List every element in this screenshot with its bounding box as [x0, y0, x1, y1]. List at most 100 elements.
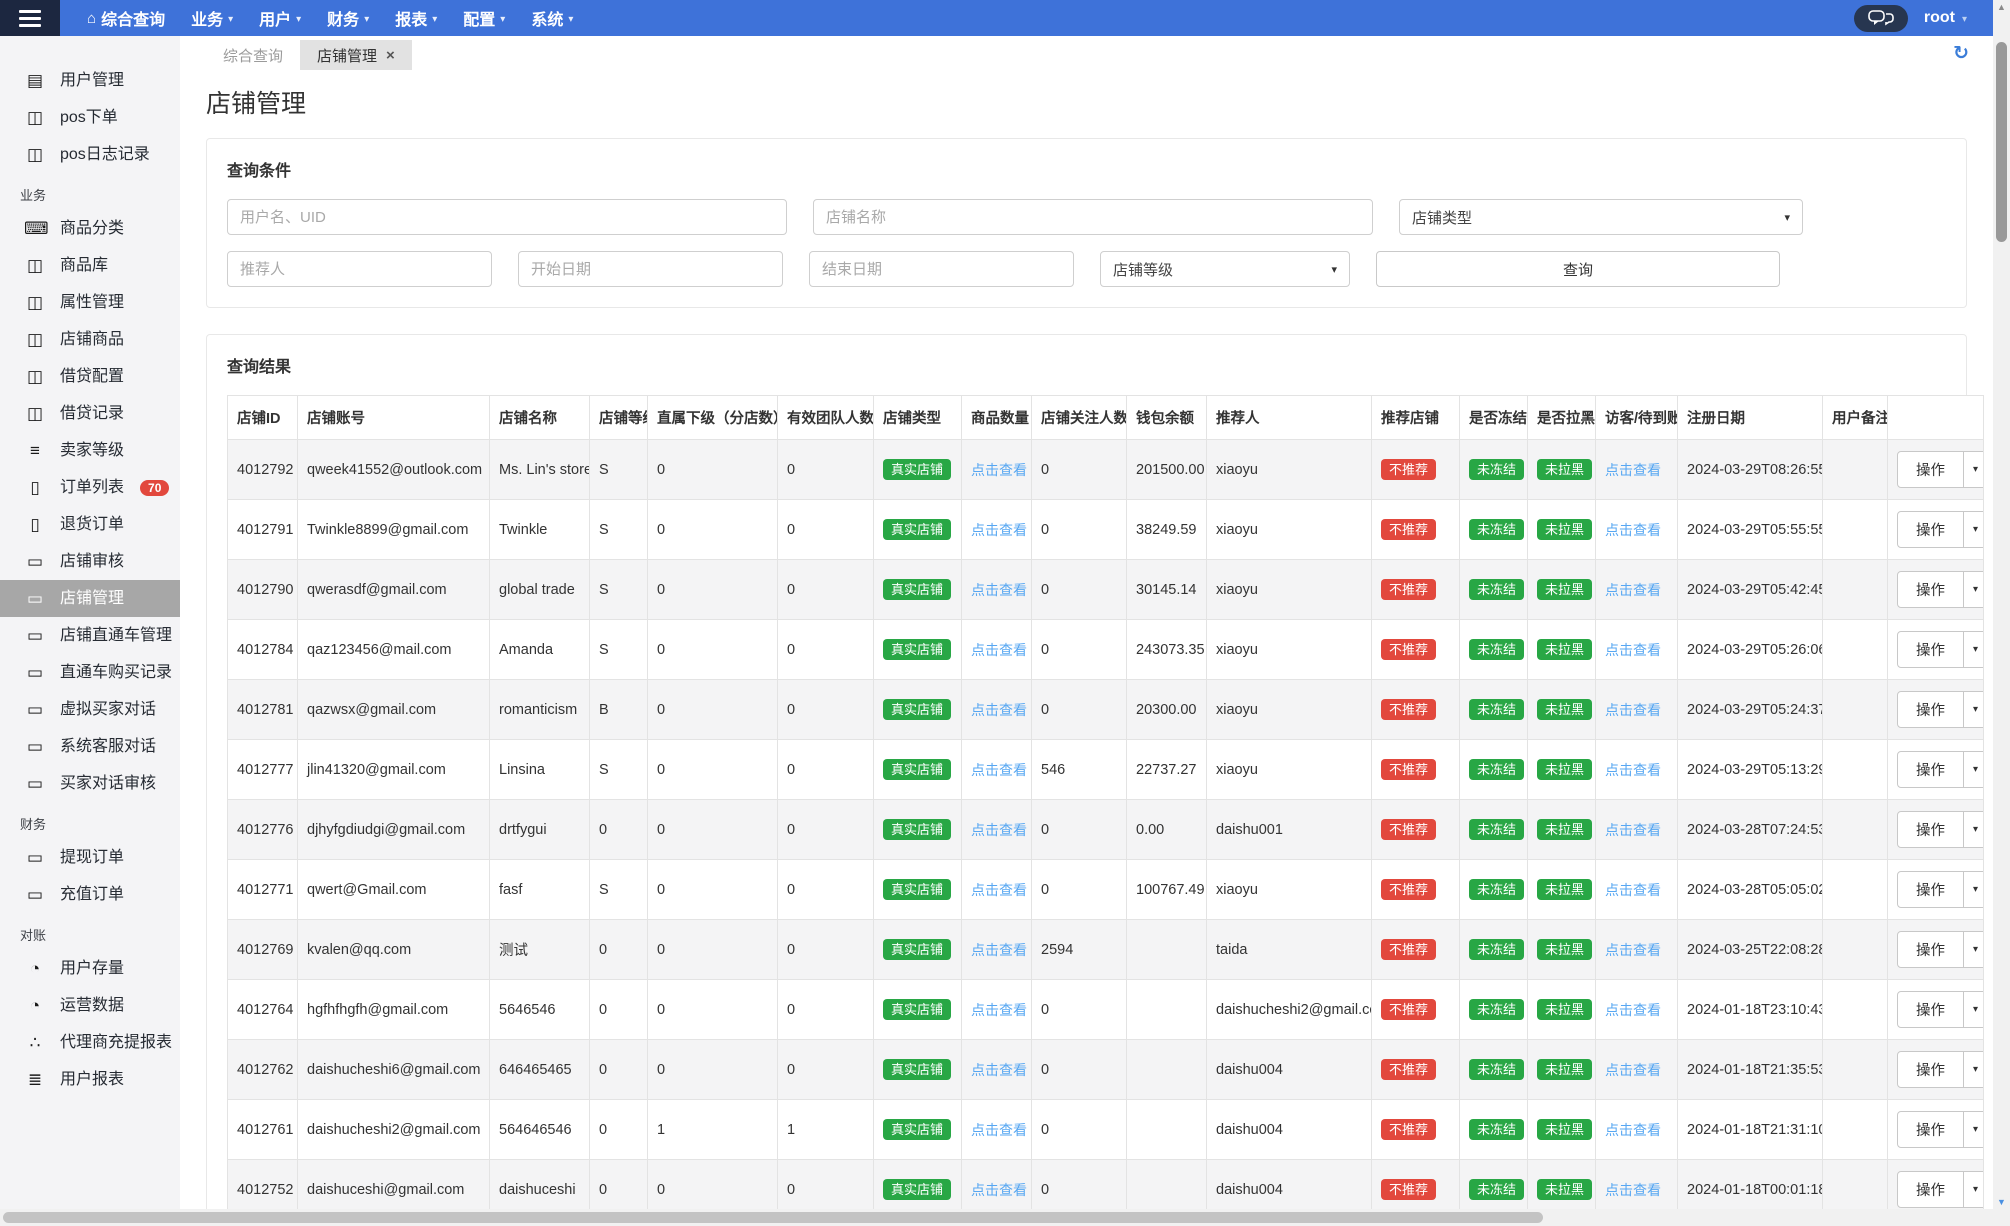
shop-level-select[interactable]: 店铺等级 ▾	[1100, 251, 1350, 287]
sidebar-item[interactable]: ◔ 用户存量	[0, 950, 180, 987]
action-label[interactable]: 操作	[1898, 452, 1963, 487]
visitor-view-link[interactable]: 点击查看	[1605, 882, 1661, 898]
hamburger-menu-icon[interactable]	[0, 0, 60, 36]
goods-view-link[interactable]: 点击查看	[971, 582, 1027, 598]
action-button[interactable]: 操作 ▾	[1897, 451, 1983, 488]
sidebar-item[interactable]: ⌨ 商品分类	[0, 210, 180, 247]
action-label[interactable]: 操作	[1898, 812, 1963, 847]
visitor-view-link[interactable]: 点击查看	[1605, 822, 1661, 838]
scroll-up-icon[interactable]: ▲	[1993, 2, 2010, 12]
shop-type-select[interactable]: 店铺类型 ▾	[1399, 199, 1803, 235]
action-button[interactable]: 操作 ▾	[1897, 631, 1983, 668]
vertical-scrollbar[interactable]: ▲ ▼	[1993, 0, 2010, 1209]
visitor-view-link[interactable]: 点击查看	[1605, 702, 1661, 718]
visitor-view-link[interactable]: 点击查看	[1605, 642, 1661, 658]
navbar-home-link[interactable]: ⌂ 综合查询	[74, 0, 178, 36]
sidebar-item[interactable]: ▭ 系统客服对话	[0, 728, 180, 765]
action-button[interactable]: 操作 ▾	[1897, 871, 1983, 908]
chat-button[interactable]	[1853, 4, 1908, 32]
navbar-menu[interactable]: 系统 ▾	[518, 0, 586, 36]
goods-view-link[interactable]: 点击查看	[971, 1182, 1027, 1198]
sidebar-item[interactable]: ▭ 充值订单	[0, 876, 180, 913]
action-label[interactable]: 操作	[1898, 992, 1963, 1027]
sidebar-item[interactable]: ▤ 用户管理	[0, 62, 180, 99]
action-label[interactable]: 操作	[1898, 1052, 1963, 1087]
goods-view-link[interactable]: 点击查看	[971, 1002, 1027, 1018]
sidebar-item[interactable]: ◫ pos日志记录	[0, 136, 180, 173]
action-caret-icon[interactable]: ▾	[1963, 1052, 1983, 1087]
tab[interactable]: 店铺管理 ×	[300, 40, 412, 70]
sidebar-item[interactable]: ▭ 店铺审核	[0, 543, 180, 580]
action-label[interactable]: 操作	[1898, 932, 1963, 967]
goods-view-link[interactable]: 点击查看	[971, 882, 1027, 898]
action-label[interactable]: 操作	[1898, 572, 1963, 607]
referrer-input[interactable]	[227, 251, 492, 287]
goods-view-link[interactable]: 点击查看	[971, 1122, 1027, 1138]
goods-view-link[interactable]: 点击查看	[971, 702, 1027, 718]
visitor-view-link[interactable]: 点击查看	[1605, 582, 1661, 598]
sidebar-item[interactable]: ▭ 直通车购买记录	[0, 654, 180, 691]
sidebar-item[interactable]: ▭ 提现订单	[0, 839, 180, 876]
action-label[interactable]: 操作	[1898, 872, 1963, 907]
action-caret-icon[interactable]: ▾	[1963, 992, 1983, 1027]
goods-view-link[interactable]: 点击查看	[971, 762, 1027, 778]
action-button[interactable]: 操作 ▾	[1897, 931, 1983, 968]
start-date-input[interactable]	[518, 251, 783, 287]
tab[interactable]: 综合查询	[206, 40, 300, 70]
sidebar-item[interactable]: ▭ 店铺管理	[0, 580, 180, 617]
action-button[interactable]: 操作 ▾	[1897, 691, 1983, 728]
sidebar-item[interactable]: ∴ 代理商充提报表	[0, 1024, 180, 1061]
close-icon[interactable]: ×	[386, 48, 395, 63]
goods-view-link[interactable]: 点击查看	[971, 942, 1027, 958]
action-button[interactable]: 操作 ▾	[1897, 991, 1983, 1028]
visitor-view-link[interactable]: 点击查看	[1605, 762, 1661, 778]
action-label[interactable]: 操作	[1898, 1172, 1963, 1207]
action-button[interactable]: 操作 ▾	[1897, 1171, 1983, 1208]
visitor-view-link[interactable]: 点击查看	[1605, 942, 1661, 958]
action-caret-icon[interactable]: ▾	[1963, 1112, 1983, 1147]
search-button[interactable]: 查询	[1376, 251, 1780, 287]
sidebar-item[interactable]: ≡ 卖家等级	[0, 432, 180, 469]
action-caret-icon[interactable]: ▾	[1963, 692, 1983, 727]
user-menu[interactable]: root ▾	[1924, 9, 1967, 27]
sidebar-item[interactable]: ◫ 借贷配置	[0, 358, 180, 395]
vertical-scrollbar-thumb[interactable]	[1996, 42, 2007, 242]
sidebar-item[interactable]: ▭ 虚拟买家对话	[0, 691, 180, 728]
sidebar-item[interactable]: ◫ pos下单	[0, 99, 180, 136]
sidebar-item[interactable]: ▭ 买家对话审核	[0, 765, 180, 802]
action-caret-icon[interactable]: ▾	[1963, 512, 1983, 547]
navbar-menu[interactable]: 报表 ▾	[382, 0, 450, 36]
sidebar-item[interactable]: ▭ 店铺直通车管理	[0, 617, 180, 654]
refresh-icon[interactable]: ↻	[1953, 44, 1969, 63]
visitor-view-link[interactable]: 点击查看	[1605, 1182, 1661, 1198]
action-caret-icon[interactable]: ▾	[1963, 452, 1983, 487]
sidebar-item[interactable]: ◔ 运营数据	[0, 987, 180, 1024]
action-button[interactable]: 操作 ▾	[1897, 511, 1983, 548]
action-button[interactable]: 操作 ▾	[1897, 571, 1983, 608]
action-caret-icon[interactable]: ▾	[1963, 572, 1983, 607]
action-label[interactable]: 操作	[1898, 692, 1963, 727]
goods-view-link[interactable]: 点击查看	[971, 522, 1027, 538]
goods-view-link[interactable]: 点击查看	[971, 1062, 1027, 1078]
sidebar-item[interactable]: ▯ 订单列表 70	[0, 469, 180, 506]
visitor-view-link[interactable]: 点击查看	[1605, 522, 1661, 538]
action-button[interactable]: 操作 ▾	[1897, 751, 1983, 788]
action-caret-icon[interactable]: ▾	[1963, 1172, 1983, 1207]
action-button[interactable]: 操作 ▾	[1897, 1051, 1983, 1088]
action-caret-icon[interactable]: ▾	[1963, 812, 1983, 847]
horizontal-scrollbar-thumb[interactable]	[3, 1212, 1543, 1223]
goods-view-link[interactable]: 点击查看	[971, 462, 1027, 478]
goods-view-link[interactable]: 点击查看	[971, 822, 1027, 838]
visitor-view-link[interactable]: 点击查看	[1605, 1002, 1661, 1018]
action-caret-icon[interactable]: ▾	[1963, 752, 1983, 787]
action-label[interactable]: 操作	[1898, 752, 1963, 787]
sidebar-item[interactable]: ◫ 商品库	[0, 247, 180, 284]
visitor-view-link[interactable]: 点击查看	[1605, 1122, 1661, 1138]
sidebar-item[interactable]: ◫ 店铺商品	[0, 321, 180, 358]
action-label[interactable]: 操作	[1898, 632, 1963, 667]
action-label[interactable]: 操作	[1898, 1112, 1963, 1147]
sidebar-item[interactable]: ◫ 属性管理	[0, 284, 180, 321]
action-caret-icon[interactable]: ▾	[1963, 872, 1983, 907]
sidebar-item[interactable]: ≣ 用户报表	[0, 1061, 180, 1098]
action-label[interactable]: 操作	[1898, 512, 1963, 547]
